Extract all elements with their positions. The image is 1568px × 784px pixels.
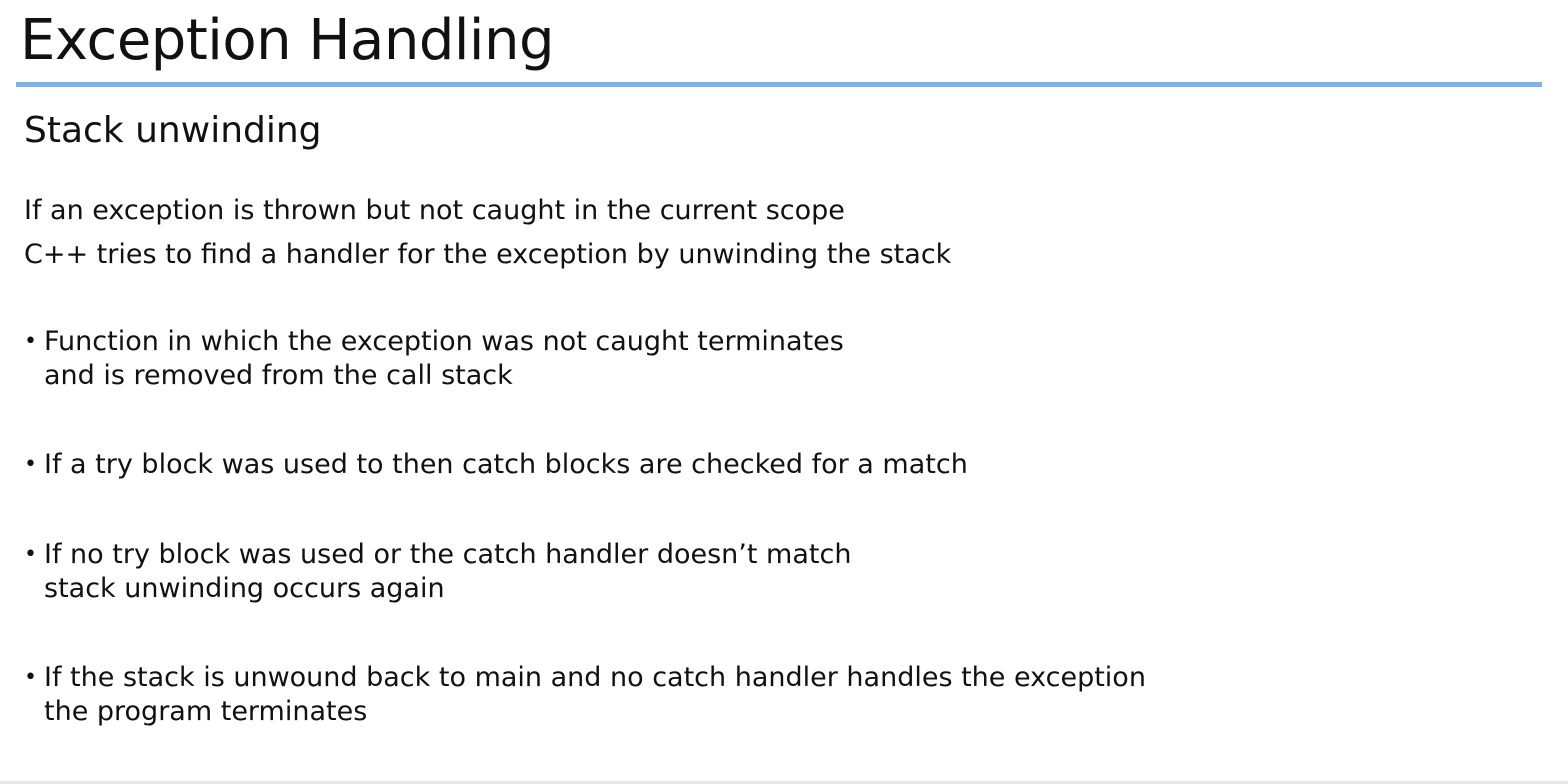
bullet-line: If the stack is unwound back to main and… [44, 662, 1146, 693]
bullet-line: stack unwinding occurs again [44, 573, 445, 604]
bullet-item: • If no try block was used or the catch … [24, 538, 851, 606]
bullet-line: Function in which the exception was not … [44, 326, 844, 357]
slide: Exception Handling Stack unwinding If an… [0, 0, 1568, 784]
bullet-item: • If a try block was used to then catch … [24, 448, 968, 482]
bullet-icon: • [24, 329, 37, 354]
bullet-text: If a try block was used to then catch bl… [44, 448, 968, 482]
bullet-line: If a try block was used to then catch bl… [44, 449, 968, 480]
slide-title: Exception Handling [20, 8, 555, 73]
bullet-line: If no try block was used or the catch ha… [44, 539, 852, 570]
intro-text: If an exception is thrown but not caught… [24, 189, 951, 277]
bullet-text: If no try block was used or the catch ha… [44, 538, 851, 606]
bullet-text: Function in which the exception was not … [44, 325, 844, 393]
bullet-line: and is removed from the call stack [44, 360, 513, 391]
bullet-icon: • [24, 452, 37, 477]
title-underline [16, 82, 1542, 87]
intro-line: If an exception is thrown but not caught… [24, 195, 845, 226]
bullet-icon: • [24, 542, 37, 567]
bullet-item: • Function in which the exception was no… [24, 325, 844, 393]
bullet-text: If the stack is unwound back to main and… [44, 661, 1146, 729]
bullet-icon: • [24, 665, 37, 690]
intro-line: C++ tries to find a handler for the exce… [24, 239, 952, 270]
bullet-item: • If the stack is unwound back to main a… [24, 661, 1146, 729]
bullet-line: the program terminates [44, 696, 368, 727]
slide-subtitle: Stack unwinding [24, 110, 322, 151]
